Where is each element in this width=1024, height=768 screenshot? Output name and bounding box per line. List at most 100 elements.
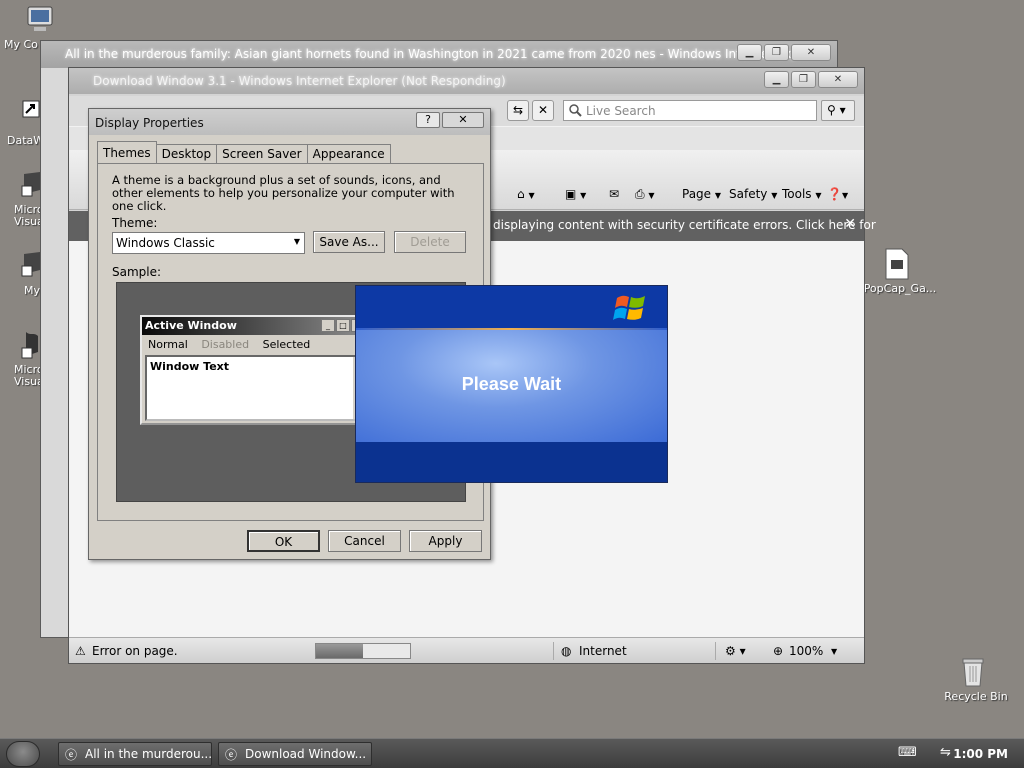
sample-window-text-label: Window Text bbox=[150, 360, 230, 373]
internet-explorer-icon: ⓔ bbox=[65, 748, 78, 762]
divider bbox=[553, 642, 554, 660]
desktop-icon-popcap[interactable]: PopCap_Ga... bbox=[862, 248, 938, 295]
dialog-controls: ? ✕ bbox=[416, 112, 484, 128]
theme-select[interactable]: Windows Classic ▼ bbox=[112, 232, 305, 254]
close-button[interactable]: ✕ bbox=[818, 71, 858, 88]
taskbar-button-label: All in the murderou... bbox=[85, 747, 212, 761]
zoom-dropdown[interactable]: ▼ bbox=[831, 647, 837, 656]
page-menu[interactable]: Page ▼ bbox=[682, 187, 721, 201]
sample-active-window: Active Window _ □ ✕ Normal Disabled Sele… bbox=[140, 315, 370, 425]
desktop-icon-label: Micro Visua bbox=[14, 204, 40, 228]
clock[interactable]: 1:00 PM bbox=[953, 747, 1008, 761]
page-load-progress bbox=[315, 643, 411, 659]
desktop-icon-label: PopCap_Ga... bbox=[863, 282, 937, 295]
taskbar-button-label: Download Window... bbox=[245, 747, 367, 761]
splash-bottom-band bbox=[356, 442, 667, 482]
keyboard-icon[interactable]: ⌨ bbox=[898, 745, 917, 760]
feeds-button[interactable]: ▣ ▼ bbox=[565, 187, 586, 201]
chevron-down-icon: ▼ bbox=[293, 237, 300, 246]
help-button[interactable]: ? bbox=[416, 112, 440, 128]
restore-button[interactable]: ❐ bbox=[764, 44, 789, 61]
please-wait-splash: Please Wait bbox=[355, 285, 668, 483]
sample-window-text: Window Text bbox=[145, 355, 365, 421]
theme-description: A theme is a background plus a set of so… bbox=[112, 173, 455, 213]
zoom-icon[interactable]: ⊕ bbox=[773, 644, 783, 658]
zone-label: Internet bbox=[579, 644, 627, 658]
window-title: Download Window 3.1 - Windows Internet E… bbox=[69, 68, 864, 94]
taskbar-button-download[interactable]: ⓔ Download Window... bbox=[218, 742, 372, 766]
close-button[interactable]: ✕ bbox=[442, 112, 484, 128]
computer-icon bbox=[27, 6, 53, 31]
desktop-icon-visual-studio-1[interactable]: Micro Visua bbox=[0, 170, 40, 228]
desktop-icon-label: Recycle Bin bbox=[944, 690, 1008, 703]
sample-label: Sample: bbox=[112, 265, 162, 279]
tab-screen-saver[interactable]: Screen Saver bbox=[216, 144, 308, 163]
print-button[interactable]: ⎙ ▼ bbox=[635, 187, 655, 202]
desktop-icon-dataw[interactable]: DataW bbox=[0, 100, 40, 147]
internet-zone-icon: ◍ bbox=[561, 644, 572, 658]
desktop-icon-label: My bbox=[24, 284, 40, 297]
desktop-icon-visual-studio-2[interactable]: Micro Visua bbox=[0, 330, 40, 388]
network-icon[interactable]: ⇋ bbox=[940, 745, 951, 760]
restore-button[interactable]: ❐ bbox=[791, 71, 816, 88]
home-button[interactable]: ⌂ ▼ bbox=[517, 187, 535, 201]
internet-explorer-icon: ⓔ bbox=[225, 748, 238, 762]
status-text: Error on page. bbox=[92, 644, 178, 658]
desktop-icon-label: DataW bbox=[7, 134, 40, 147]
file-icon bbox=[885, 248, 909, 280]
tools-menu[interactable]: Tools ▼ bbox=[782, 187, 822, 201]
tools-menu-label: Tools bbox=[782, 187, 812, 201]
minimize-button[interactable]: ▁ bbox=[764, 71, 789, 88]
theme-label: Theme: bbox=[112, 216, 158, 230]
tab-themes[interactable]: Themes bbox=[97, 141, 157, 163]
close-icon[interactable]: ✕ bbox=[844, 216, 856, 232]
taskbar-button-hornets[interactable]: ⓔ All in the murderou... bbox=[58, 742, 212, 766]
search-placeholder: Live Search bbox=[586, 104, 656, 118]
desktop-icon-label: Micro Visua bbox=[14, 364, 40, 388]
minimize-button[interactable]: ▁ bbox=[737, 44, 762, 61]
window-title: All in the murderous family: Asian giant… bbox=[41, 41, 837, 68]
dialog-tabs: Themes Desktop Screen Saver Appearance bbox=[97, 141, 391, 163]
safety-menu-label: Safety bbox=[729, 187, 768, 201]
search-button[interactable]: ⚲ ▾ bbox=[821, 100, 855, 121]
recycle-bin-icon bbox=[962, 658, 984, 687]
save-as-button[interactable]: Save As... bbox=[313, 231, 385, 253]
window-edge bbox=[41, 68, 69, 637]
sample-menu-selected: Selected bbox=[262, 338, 311, 351]
minimize-icon: _ bbox=[321, 319, 335, 332]
theme-select-value: Windows Classic bbox=[116, 236, 215, 250]
sample-menu-disabled: Disabled bbox=[201, 338, 250, 351]
mail-button[interactable]: ✉ bbox=[609, 187, 619, 201]
sample-menu-normal: Normal bbox=[148, 338, 188, 351]
desktop-icon-recycle-bin[interactable]: Recycle Bin bbox=[940, 656, 1012, 703]
desktop-icon-my[interactable]: My bbox=[0, 250, 40, 297]
search-input[interactable]: Live Search bbox=[563, 100, 817, 121]
cancel-button[interactable]: Cancel bbox=[328, 530, 401, 552]
start-button[interactable] bbox=[6, 741, 40, 767]
search-icon bbox=[569, 104, 582, 117]
sample-menu: Normal Disabled Selected bbox=[142, 335, 368, 353]
help-button[interactable]: ❓▼ bbox=[827, 187, 848, 201]
safety-menu[interactable]: Safety ▼ bbox=[729, 187, 777, 201]
refresh-button[interactable]: ⇆ bbox=[507, 100, 529, 121]
tab-desktop[interactable]: Desktop bbox=[155, 144, 218, 163]
close-button[interactable]: ✕ bbox=[791, 44, 831, 61]
error-icon[interactable]: ⚠ bbox=[75, 644, 86, 658]
delete-button[interactable]: Delete bbox=[394, 231, 466, 253]
stop-button[interactable]: ✕ bbox=[532, 100, 554, 121]
divider bbox=[715, 642, 716, 660]
progress-fill bbox=[316, 644, 363, 658]
ok-button[interactable]: OK bbox=[247, 530, 320, 552]
window-controls: ▁ ❐ ✕ bbox=[737, 44, 831, 61]
windows-logo-icon bbox=[613, 295, 645, 320]
splash-message: Please Wait bbox=[461, 374, 562, 394]
window-controls: ▁ ❐ ✕ bbox=[764, 71, 858, 88]
apply-button[interactable]: Apply bbox=[409, 530, 482, 552]
protected-mode-icon[interactable]: ⚙ ▾ bbox=[725, 644, 746, 658]
page-menu-label: Page bbox=[682, 187, 712, 201]
infobar-text: displaying content with security certifi… bbox=[493, 218, 876, 232]
tab-appearance[interactable]: Appearance bbox=[306, 144, 391, 163]
maximize-icon: □ bbox=[336, 319, 350, 332]
zoom-level[interactable]: 100% bbox=[789, 644, 823, 658]
status-bar: ⚠ Error on page. ◍ Internet ⚙ ▾ ⊕ 100% ▼ bbox=[69, 637, 864, 663]
